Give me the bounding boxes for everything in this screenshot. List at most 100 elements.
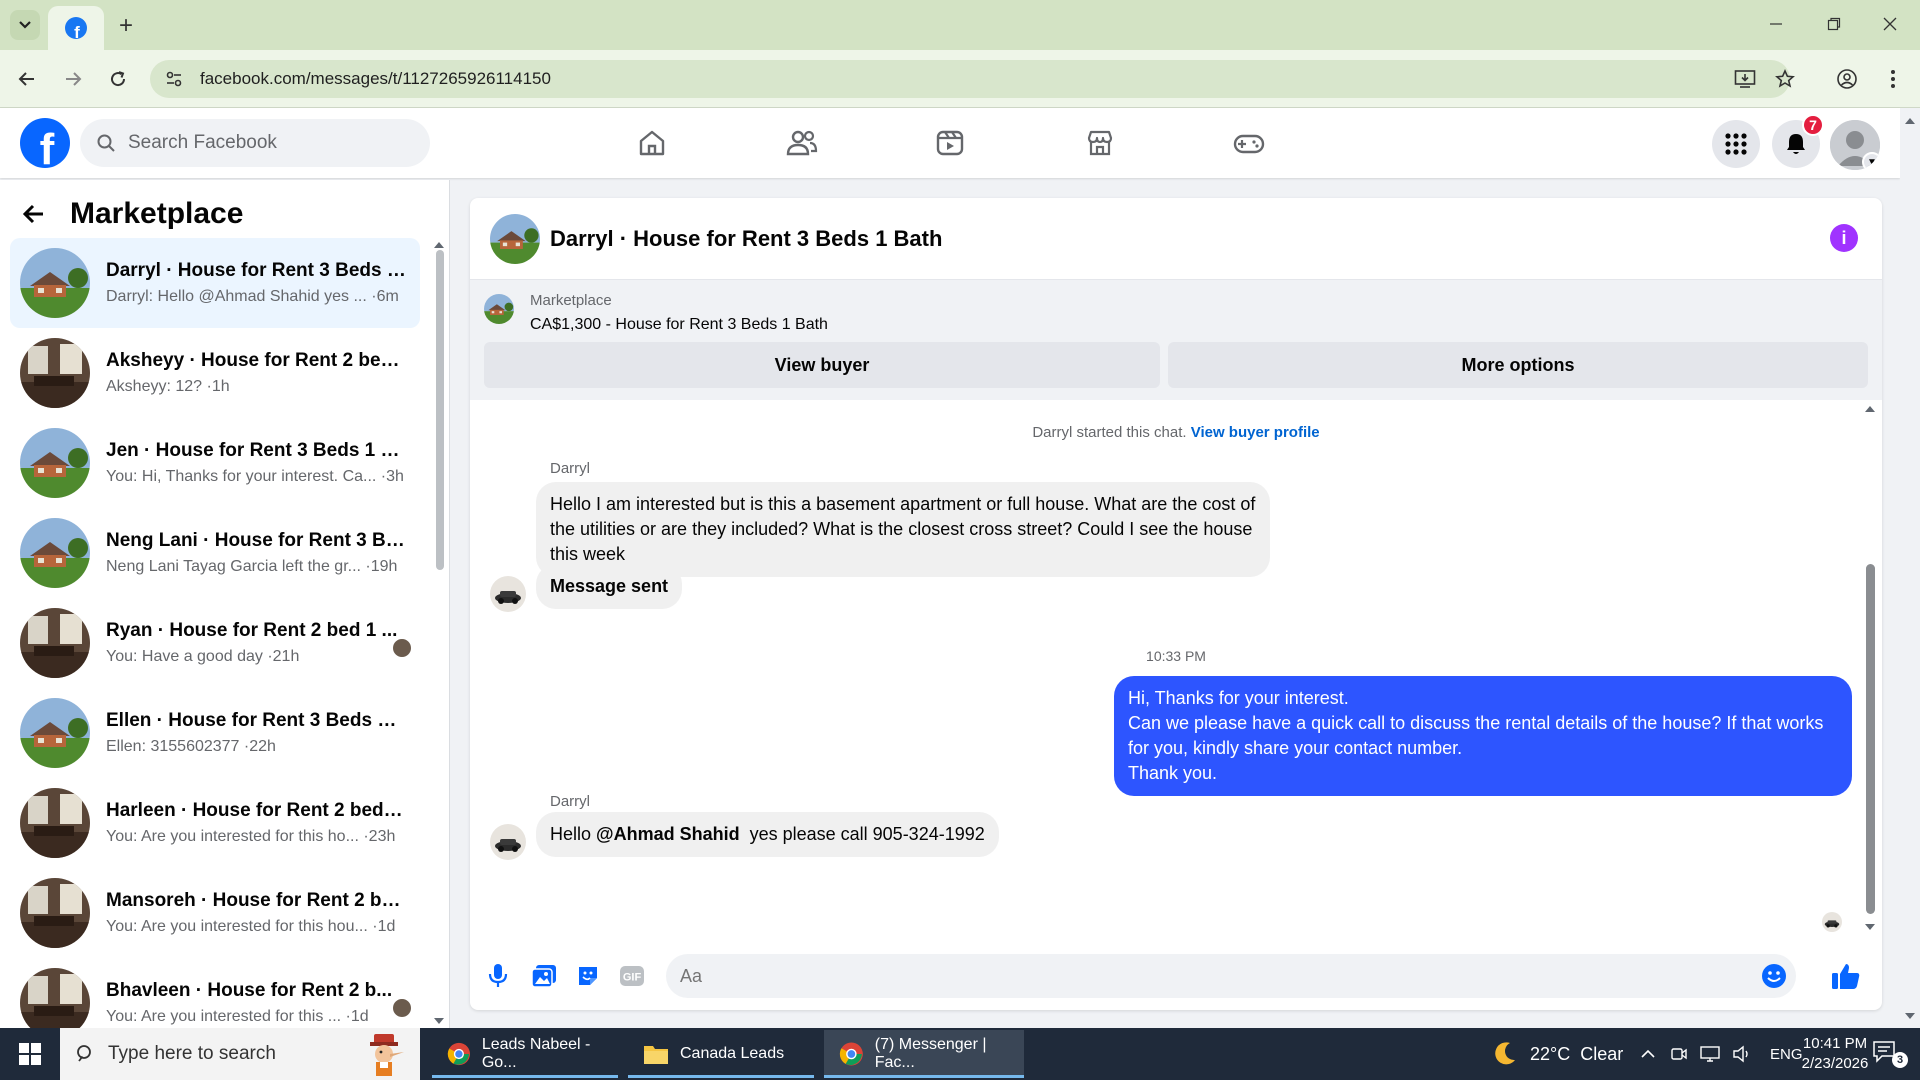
emoji-icon[interactable]	[1760, 962, 1788, 990]
conversation-item[interactable]: Mansoreh · House for Rent 2 be... You: Ar…	[10, 868, 420, 958]
browser-address-bar: facebook.com/messages/t/1127265926114150	[0, 50, 1920, 108]
conversation-name: Ryan · House for Rent 2 bed 1 ...	[106, 620, 398, 641]
conversation-item[interactable]: Neng Lani · House for Rent 3 Be... Neng L…	[10, 508, 420, 598]
conversation-item[interactable]: Jen · House for Rent 3 Beds 1 Bath You: H…	[10, 418, 420, 508]
nav-video[interactable]	[920, 118, 980, 168]
network-icon[interactable]	[1700, 1045, 1720, 1063]
conversation-thumbnail	[20, 338, 90, 408]
url-omnibox[interactable]: facebook.com/messages/t/1127265926114150	[150, 60, 1790, 98]
conversation-text: Jen · House for Rent 3 Beds 1 Bath You: H…	[106, 440, 406, 486]
close-window-button[interactable]	[1870, 8, 1910, 40]
windows-taskbar: Type here to search Leads Nabeel - Go...…	[0, 1028, 1920, 1080]
arrow-left-icon	[18, 72, 34, 86]
nav-marketplace[interactable]	[1070, 118, 1130, 168]
send-like-button[interactable]	[1826, 960, 1866, 992]
gif-button[interactable]: GIF	[616, 960, 648, 992]
active-browser-tab[interactable]: f	[48, 6, 104, 50]
sidebar-scroll-thumb[interactable]	[436, 250, 444, 570]
sender-avatar[interactable]	[490, 824, 526, 860]
facebook-search-box[interactable]: Search Facebook	[80, 119, 430, 167]
account-circle-icon	[1837, 69, 1857, 89]
gamepad-icon	[1233, 134, 1265, 154]
info-button[interactable]: i	[1830, 224, 1858, 252]
conversation-item[interactable]: Ellen · House for Rent 3 Beds 1 B... Elle…	[10, 688, 420, 778]
reload-button[interactable]	[103, 64, 133, 94]
chat-thumbnail[interactable]	[490, 214, 540, 264]
conversation-preview: Darryl: Hello @Ahmad Shahid yes ... ·6m	[106, 288, 399, 305]
sender-avatar[interactable]	[490, 576, 526, 612]
forward-button[interactable]	[58, 64, 88, 94]
start-button[interactable]	[8, 1036, 52, 1072]
more-options-button[interactable]: More options	[1168, 342, 1868, 388]
conversation-name: Harleen · House for Rent 2 bed 1...	[106, 800, 406, 821]
site-settings-icon[interactable]	[164, 69, 184, 89]
url-text: facebook.com/messages/t/1127265926114150	[200, 69, 551, 88]
profile-button[interactable]	[1832, 64, 1862, 94]
nav-friends[interactable]	[772, 118, 832, 168]
chevron-up-icon[interactable]	[1640, 1049, 1656, 1059]
browser-menu-button[interactable]	[1878, 64, 1908, 94]
view-buyer-profile-link[interactable]: View buyer profile	[1191, 424, 1320, 441]
voice-clip-button[interactable]	[482, 960, 514, 992]
menu-button[interactable]	[1712, 120, 1760, 168]
incoming-message[interactable]: Hello I am interested but is this a base…	[536, 482, 1270, 577]
info-icon: i	[1841, 227, 1847, 248]
weather-widget[interactable]: 22°C Clear	[1490, 1028, 1623, 1080]
sidebar-scrollbar[interactable]	[432, 240, 444, 1024]
new-tab-button[interactable]: +	[112, 12, 140, 40]
chat-scrollbar[interactable]	[1862, 404, 1878, 936]
conversation-item[interactable]: Ryan · House for Rent 2 bed 1 ... You: Ha…	[10, 598, 420, 688]
conversation-preview: Neng Lani Tayag Garcia left the gr... ·1…	[106, 558, 398, 575]
conversation-preview: Ellen: 3155602377 ·22h	[106, 738, 276, 755]
chat-panel: Darryl · House for Rent 3 Beds 1 Bath i …	[470, 198, 1882, 1010]
taskbar-search[interactable]: Type here to search	[60, 1028, 420, 1080]
taskbar-app-button[interactable]: Canada Leads	[628, 1030, 814, 1078]
meet-now-icon[interactable]	[1670, 1045, 1688, 1063]
clock-time: 10:41 PM	[1802, 1035, 1868, 1052]
seen-avatar	[392, 638, 412, 658]
home-icon	[639, 130, 665, 156]
account-avatar[interactable]: ▼	[1830, 120, 1880, 170]
listing-price-title[interactable]: CA$1,300 - House for Rent 3 Beds 1 Bath	[530, 316, 828, 334]
message-composer: GIF	[470, 940, 1882, 1010]
outgoing-message[interactable]: Hi, Thanks for your interest. Can we ple…	[1114, 676, 1852, 796]
conversation-item[interactable]: Darryl · House for Rent 3 Beds 1 ... Darr…	[10, 238, 420, 328]
back-button[interactable]	[12, 64, 42, 94]
chat-scroll-thumb[interactable]	[1866, 564, 1875, 914]
conversation-item[interactable]: Harleen · House for Rent 2 bed 1... You: …	[10, 778, 420, 868]
nav-gaming[interactable]	[1219, 118, 1279, 168]
sidebar-title: Marketplace	[70, 197, 244, 230]
message-thread: Darryl started this chat. View buyer pro…	[470, 400, 1882, 940]
system-clock[interactable]: 10:41 PM 2/23/2026	[1790, 1034, 1880, 1074]
chat-start-notice: Darryl started this chat. View buyer pro…	[470, 424, 1882, 441]
attach-photo-button[interactable]	[528, 960, 560, 992]
conversation-thumbnail	[20, 968, 90, 1028]
view-buyer-button[interactable]: View buyer	[484, 342, 1160, 388]
sidebar-back-button[interactable]	[18, 198, 50, 230]
user-mention[interactable]: @Ahmad Shahid	[596, 824, 740, 844]
folder-icon	[644, 1046, 668, 1064]
action-center-button[interactable]: 3	[1872, 1040, 1912, 1070]
nav-home[interactable]	[622, 118, 682, 168]
facebook-logo[interactable]: f	[20, 118, 70, 168]
taskbar-app-button[interactable]: (7) Messenger | Fac...	[824, 1030, 1024, 1078]
restore-button[interactable]	[1814, 8, 1854, 40]
conversation-item[interactable]: Bhavleen · House for Rent 2 b... You: Are…	[10, 958, 420, 1028]
conversation-thumbnail	[20, 608, 90, 678]
message-input[interactable]	[680, 965, 1720, 987]
minimize-button[interactable]	[1756, 8, 1796, 40]
conversation-preview: You: Have a good day ·21h	[106, 648, 300, 665]
volume-icon[interactable]	[1732, 1045, 1752, 1063]
install-app-button[interactable]	[1730, 64, 1760, 94]
taskbar-app-button[interactable]: Leads Nabeel - Go...	[432, 1030, 618, 1078]
tab-search-dropdown[interactable]	[10, 10, 40, 40]
sticker-button[interactable]	[572, 960, 604, 992]
bookmark-button[interactable]	[1770, 64, 1800, 94]
incoming-message[interactable]: Hello @Ahmad Shahid yes please call 905-…	[536, 812, 999, 857]
notifications-button[interactable]: 7	[1772, 114, 1824, 168]
conversation-item[interactable]: Aksheyy · House for Rent 2 bed ... Akshey…	[10, 328, 420, 418]
page-scrollbar[interactable]	[1900, 108, 1920, 1028]
weather-text: 22°C Clear	[1530, 1043, 1624, 1064]
incoming-message[interactable]: Message sent	[536, 564, 683, 609]
chat-title[interactable]: Darryl · House for Rent 3 Beds 1 Bath	[550, 226, 942, 252]
